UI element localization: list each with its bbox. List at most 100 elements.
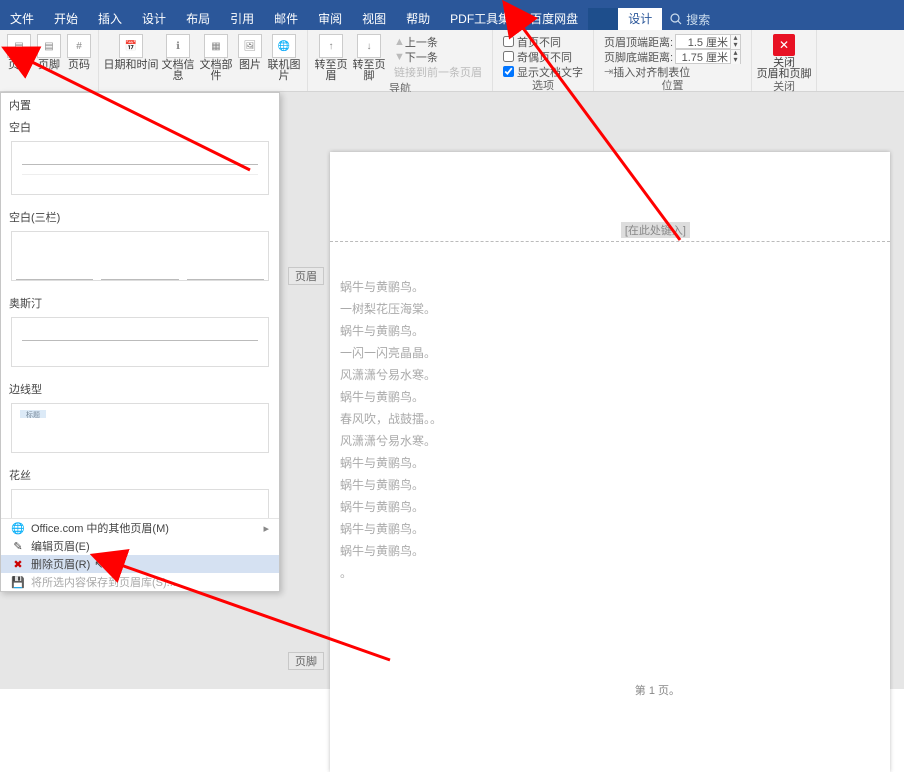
spin-down-icon[interactable]: ▾ [730, 57, 740, 64]
tell-me-search[interactable]: 搜索 [662, 11, 718, 28]
body-line: 一闪一闪亮晶晶。 [340, 342, 442, 364]
edit-icon: ✎ [11, 540, 25, 553]
close-headerfooter-button[interactable]: ✕ 关闭页眉和页脚 [756, 32, 812, 80]
gallery-item-whisp[interactable] [11, 489, 269, 518]
gallery-item-blank[interactable] [11, 141, 269, 195]
header-distance-input[interactable]: 1.5 厘米▴▾ [675, 34, 741, 49]
tab-insert[interactable]: 插入 [88, 8, 132, 30]
body-line: 蜗牛与黄鹂鸟。 [340, 474, 442, 496]
group-options: 首页不同 奇偶页不同 显示文档文字 选项 [493, 30, 594, 91]
docparts-button[interactable]: ▦ 文档部件 [197, 32, 235, 82]
remove-header[interactable]: ✖ 删除页眉(R) ↖ [1, 555, 279, 573]
ribbon-tabs: 文件 开始 插入 设计 布局 引用 邮件 审阅 视图 帮助 PDF工具集 百度网… [0, 8, 904, 30]
body-line: 蜗牛与黄鹂鸟。 [340, 386, 442, 408]
body-line: 风潇潇兮易水寒。 [340, 364, 442, 386]
tab-baidu[interactable]: 百度网盘 [520, 8, 588, 30]
footer-distance-input[interactable]: 1.75 厘米▴▾ [675, 49, 741, 64]
docparts-label: 文档部件 [197, 60, 235, 82]
edit-header[interactable]: ✎ 编辑页眉(E) [1, 537, 279, 555]
group-insert: 📅 日期和时间 ℹ 文档信息 ▦ 文档部件 🖼 图片 🌐 联机图片 [99, 30, 308, 91]
page[interactable]: [在此处键入] 页眉 蜗牛与黄鹂鸟。 一树梨花压海棠。 蜗牛与黄鹂鸟。 一闪一闪… [330, 152, 890, 772]
picture-button[interactable]: 🖼 图片 [235, 32, 265, 71]
docparts-icon: ▦ [204, 34, 228, 58]
different-first-checkbox[interactable]: 首页不同 [503, 34, 583, 49]
datetime-label: 日期和时间 [104, 60, 159, 71]
gallery-item-sideline[interactable]: 标题 [11, 403, 269, 453]
cursor-icon: ↖ [94, 558, 103, 571]
tab-review[interactable]: 审阅 [308, 8, 352, 30]
footer-dist-value: 1.75 厘米 [676, 49, 730, 65]
globe-icon: 🌐 [11, 522, 25, 535]
body-line: 蜗牛与黄鹂鸟。 [340, 540, 442, 562]
tab-mailings[interactable]: 邮件 [264, 8, 308, 30]
tab-contextual-spacer [588, 8, 618, 30]
header-dist-label: 页眉顶端距离: [604, 34, 673, 50]
tab-design[interactable]: 设计 [132, 8, 176, 30]
show-doctext-checkbox[interactable]: 显示文档文字 [503, 64, 583, 79]
gallery-item-blank3[interactable] [11, 231, 269, 281]
gallery-category-whisp: 花丝 [1, 463, 279, 485]
tab-layout[interactable]: 布局 [176, 8, 220, 30]
footer-dist-label: 页脚底端距离: [604, 49, 673, 65]
gallery-category-sideline: 边线型 [1, 377, 279, 399]
next-section-button[interactable]: ▼ 下一条 [394, 49, 482, 64]
goto-footer-icon: ↓ [357, 34, 381, 58]
onlinepic-icon: 🌐 [272, 34, 296, 58]
goto-footer-label: 转至页脚 [350, 60, 388, 82]
body-line: 蜗牛与黄鹂鸟。 [340, 496, 442, 518]
page-number: 第 1 页。 [635, 682, 680, 698]
group-options-label: 选项 [532, 79, 554, 93]
group-position: 页眉顶端距离: 1.5 厘米▴▾ 页脚底端距离: 1.75 厘米▴▾ ⇥ 插入对… [594, 30, 752, 91]
goto-header-icon: ↑ [319, 34, 343, 58]
diff-oddeven-label: 奇偶页不同 [517, 49, 572, 65]
search-icon [670, 13, 682, 25]
footer-button[interactable]: ▤ 页脚 [34, 32, 64, 71]
more-office-headers[interactable]: 🌐 Office.com 中的其他页眉(M) ▸ [1, 519, 279, 537]
gallery-category-blank3: 空白(三栏) [1, 205, 279, 227]
header-gallery-dropdown: 内置 空白 空白(三栏) 奥斯汀 边线型 标题 花丝 怀旧 🌐 Office.c… [0, 92, 280, 592]
tab-pdf[interactable]: PDF工具集 [440, 8, 520, 30]
document-body: 蜗牛与黄鹂鸟。 一树梨花压海棠。 蜗牛与黄鹂鸟。 一闪一闪亮晶晶。 风潇潇兮易水… [340, 276, 442, 584]
prev-section-button[interactable]: ▲ 上一条 [394, 34, 482, 49]
header-placeholder[interactable]: [在此处键入] [621, 222, 690, 238]
picture-icon: 🖼 [238, 34, 262, 58]
datetime-button[interactable]: 📅 日期和时间 [103, 32, 159, 71]
group-close: ✕ 关闭页眉和页脚 关闭 [752, 30, 817, 91]
tab-headerfooter-design[interactable]: 设计 [618, 8, 662, 30]
tab-references[interactable]: 引用 [220, 8, 264, 30]
close-sub-label: 页眉和页脚 [757, 68, 812, 80]
save-selection-label: 将所选内容保存到页眉库(S)... [31, 574, 176, 590]
pagenum-button[interactable]: # 页码 [64, 32, 94, 71]
gallery-category-austin: 奥斯汀 [1, 291, 279, 313]
gallery-item-austin[interactable] [11, 317, 269, 367]
tab-file[interactable]: 文件 [0, 8, 44, 30]
next-label: 下一条 [405, 49, 438, 65]
different-oddeven-checkbox[interactable]: 奇偶页不同 [503, 49, 583, 64]
link-previous-button[interactable]: 链接到前一条页眉 [394, 64, 482, 79]
goto-header-button[interactable]: ↑ 转至页眉 [312, 32, 350, 82]
tab-home[interactable]: 开始 [44, 8, 88, 30]
pagenum-icon: # [67, 34, 91, 58]
search-label: 搜索 [686, 11, 710, 28]
docinfo-button[interactable]: ℹ 文档信息 [159, 32, 197, 82]
header-dist-value: 1.5 厘米 [676, 34, 730, 50]
onlinepic-button[interactable]: 🌐 联机图片 [265, 32, 303, 82]
header-region[interactable]: [在此处键入] [330, 152, 890, 242]
header-button[interactable]: ▤ 页眉 [4, 32, 34, 71]
docinfo-icon: ℹ [166, 34, 190, 58]
footer-icon: ▤ [37, 34, 61, 58]
group-headerfooter: ▤ 页眉 ▤ 页脚 # 页码 [0, 30, 99, 91]
onlinepic-label: 联机图片 [265, 60, 303, 82]
tab-help[interactable]: 帮助 [396, 8, 440, 30]
goto-footer-button[interactable]: ↓ 转至页脚 [350, 32, 388, 82]
show-doctext-label: 显示文档文字 [517, 64, 583, 80]
pagenum-label: 页码 [68, 60, 90, 71]
save-icon: 💾 [11, 576, 25, 589]
tab-view[interactable]: 视图 [352, 8, 396, 30]
body-line: 。 [340, 562, 442, 584]
header-icon: ▤ [7, 34, 31, 58]
body-line: 蜗牛与黄鹂鸟。 [340, 452, 442, 474]
gallery-scroll[interactable]: 内置 空白 空白(三栏) 奥斯汀 边线型 标题 花丝 怀旧 [1, 93, 279, 518]
insert-align-tab-button[interactable]: ⇥ 插入对齐制表位 [604, 64, 741, 79]
group-position-label: 位置 [662, 79, 684, 93]
